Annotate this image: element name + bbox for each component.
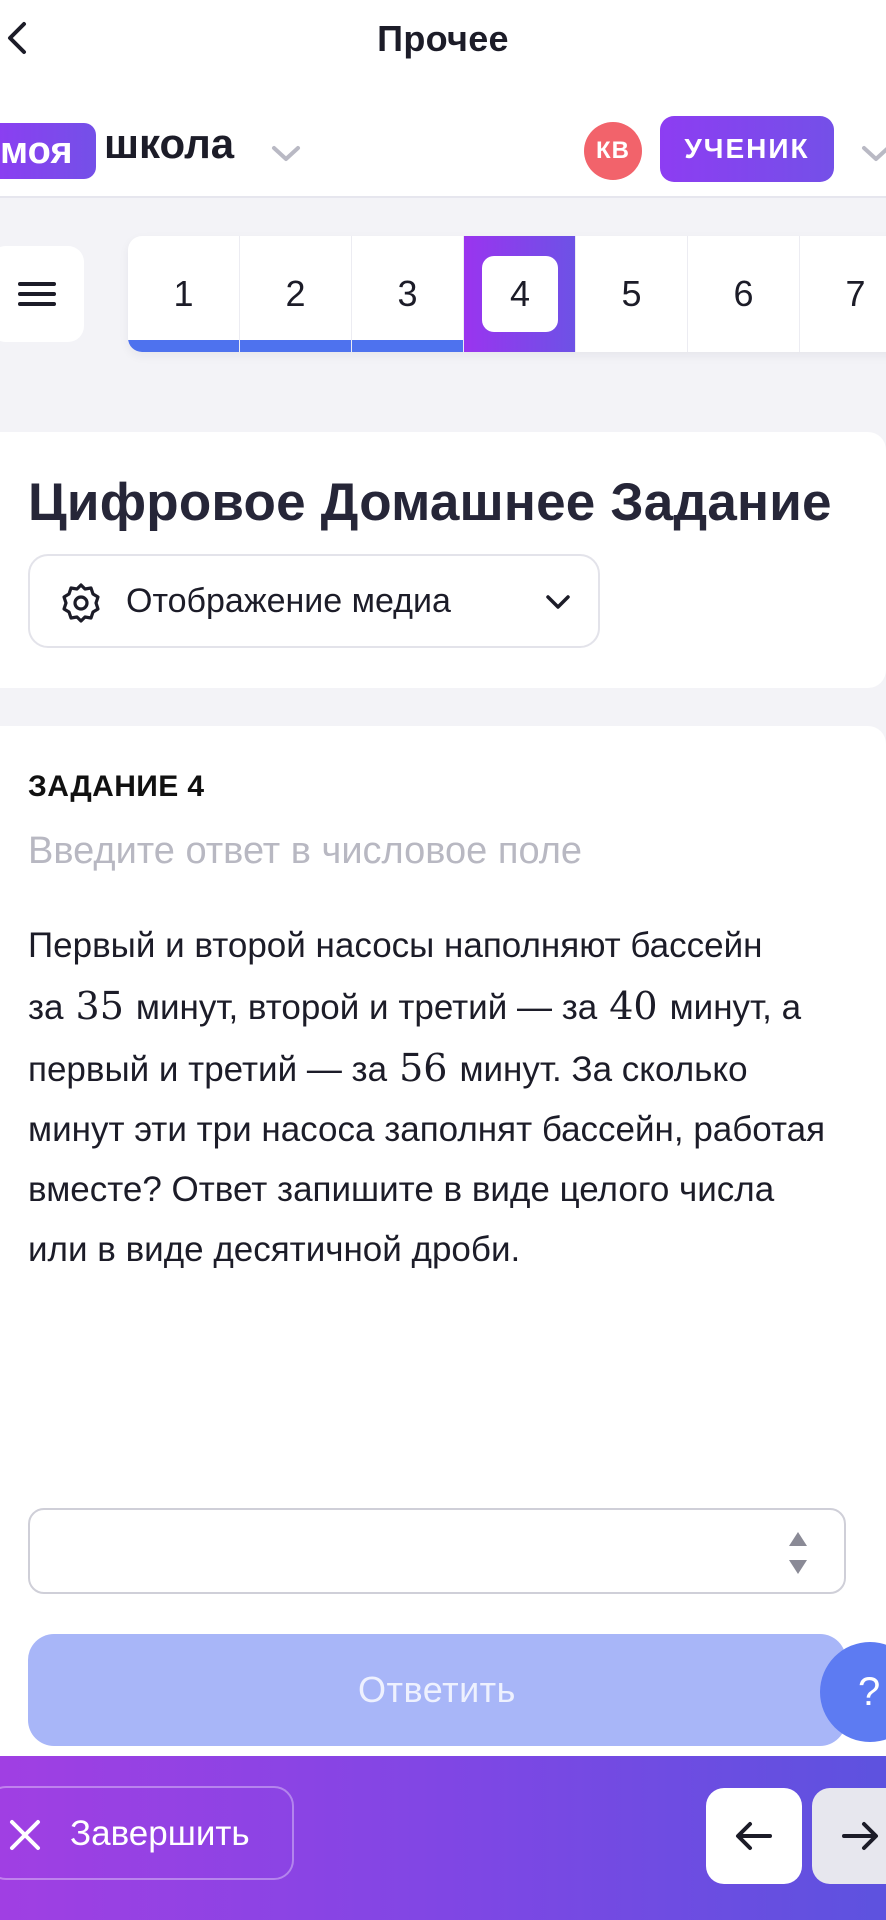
task-tab-3[interactable]: 3 — [352, 236, 464, 352]
arrow-left-icon — [736, 1822, 772, 1850]
gear-icon — [62, 583, 100, 623]
task-tab-5[interactable]: 5 — [576, 236, 688, 352]
task-tab-label: 5 — [621, 273, 642, 314]
media-display-select[interactable]: Отображение медиа — [28, 554, 600, 648]
task-tab-7[interactable]: 7 — [800, 236, 886, 352]
finish-button[interactable]: Завершить — [0, 1786, 294, 1880]
task-number: 56 — [399, 1046, 448, 1090]
task-tab-label: 6 — [733, 273, 754, 314]
task-tab-4[interactable]: 4 — [464, 236, 576, 352]
task-tab-6[interactable]: 6 — [688, 236, 800, 352]
task-number: 35 — [75, 984, 124, 1028]
arrow-right-icon — [842, 1822, 878, 1850]
task-navigation: 1 2 3 4 5 6 7 — [128, 236, 886, 352]
task-tab-1[interactable]: 1 — [128, 236, 240, 352]
submit-answer-button[interactable]: Ответить — [28, 1634, 846, 1746]
logo-badge: моя — [0, 123, 96, 179]
hamburger-icon — [18, 282, 56, 286]
bottom-bar: Завершить — [0, 1756, 886, 1920]
logo-text: школа — [104, 120, 235, 167]
answered-indicator — [128, 340, 239, 352]
chevron-down-icon[interactable] — [858, 138, 886, 168]
page-title: Цифровое Домашнее Задание — [28, 473, 832, 532]
page-header-title: Прочее — [377, 18, 509, 59]
previous-task-button[interactable] — [706, 1788, 802, 1884]
menu-button[interactable] — [0, 246, 84, 342]
task-tab-label: 7 — [845, 273, 866, 314]
media-select-label: Отображение медиа — [126, 582, 451, 620]
task-number: 40 — [609, 984, 658, 1028]
task-tab-label: 2 — [285, 273, 306, 314]
finish-button-label: Завершить — [70, 1814, 250, 1853]
task-text: Первый и второй насосы наполняют бассейн… — [28, 916, 838, 1280]
hamburger-icon-line — [18, 302, 56, 306]
task-hint: Введите ответ в числовое поле — [28, 830, 583, 872]
answer-input[interactable] — [50, 1524, 770, 1580]
task-tab-label: 1 — [173, 273, 194, 314]
number-stepper-icon[interactable] — [788, 1528, 808, 1578]
role-badge[interactable]: УЧЕНИК — [660, 116, 834, 182]
app-header: моя школа КВ УЧЕНИК — [0, 76, 886, 198]
top-bar: Прочее — [0, 0, 886, 76]
next-task-button[interactable] — [812, 1788, 886, 1884]
task-text-part: минут, второй и третий — за — [135, 988, 598, 1027]
task-tab-label: 4 — [482, 256, 558, 332]
avatar[interactable]: КВ — [584, 122, 642, 180]
hamburger-icon-line — [18, 292, 56, 296]
task-tab-label: 3 — [397, 273, 418, 314]
chevron-down-icon — [546, 595, 570, 609]
answered-indicator — [240, 340, 351, 352]
answer-field[interactable] — [28, 1508, 846, 1594]
answered-indicator — [352, 340, 463, 352]
task-number-label: ЗАДАНИЕ 4 — [28, 770, 205, 803]
task-card: ЗАДАНИЕ 4 Введите ответ в числовое поле … — [0, 726, 886, 1756]
task-tab-2[interactable]: 2 — [240, 236, 352, 352]
chevron-down-icon[interactable] — [268, 138, 304, 168]
close-icon — [10, 1820, 40, 1850]
title-card: Цифровое Домашнее Задание Отображение ме… — [0, 432, 886, 688]
